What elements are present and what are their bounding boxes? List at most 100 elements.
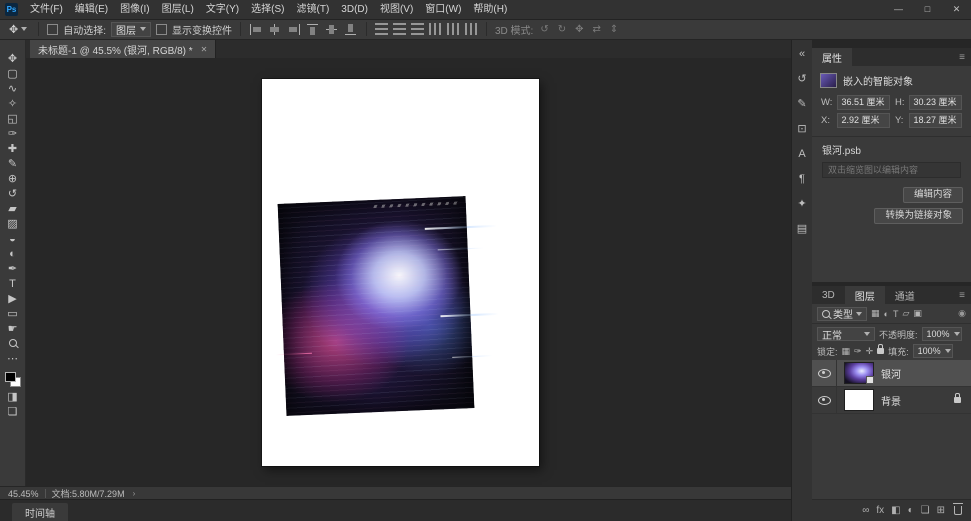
tab-layers[interactable]: 图层: [845, 286, 885, 304]
quick-mask-button[interactable]: ◨: [0, 390, 25, 405]
tab-timeline[interactable]: 时间轴: [12, 503, 68, 521]
layer-row-galaxy[interactable]: 银河: [812, 360, 971, 387]
blend-mode-dropdown[interactable]: 正常: [817, 327, 875, 341]
character-panel-icon[interactable]: A: [798, 148, 805, 161]
edit-toolbar-button[interactable]: ⋯: [0, 352, 25, 367]
menu-window[interactable]: 窗口(W): [419, 0, 467, 19]
scale-3d-icon[interactable]: ⇕: [608, 24, 620, 35]
layer-thumbnail[interactable]: [844, 362, 874, 384]
quick-selection-tool[interactable]: ✧: [0, 97, 25, 112]
pen-tool[interactable]: ✒: [0, 262, 25, 277]
move-tool[interactable]: ✥: [0, 52, 25, 67]
filter-shape-layers-icon[interactable]: ▱: [902, 308, 909, 319]
zoom-level-field[interactable]: 45.45%: [0, 489, 39, 499]
screen-mode-button[interactable]: ❏: [0, 405, 25, 420]
minimize-button[interactable]: —: [884, 0, 913, 19]
new-adjustment-layer-button[interactable]: ◐: [908, 505, 914, 516]
orbit-3d-icon[interactable]: ↺: [538, 24, 550, 35]
menu-type[interactable]: 文字(Y): [200, 0, 245, 19]
y-position-field[interactable]: 18.27 厘米: [909, 113, 962, 128]
menu-3d[interactable]: 3D(D): [335, 0, 374, 19]
clone-stamp-tool[interactable]: ⊕: [0, 172, 25, 187]
height-field[interactable]: 30.23 厘米: [909, 95, 962, 110]
path-selection-tool[interactable]: ▶: [0, 292, 25, 307]
rectangular-marquee-tool[interactable]: ▢: [0, 67, 25, 82]
spot-healing-brush-tool[interactable]: ✚: [0, 142, 25, 157]
fill-input[interactable]: 100%: [913, 344, 953, 358]
roll-3d-icon[interactable]: ↻: [556, 24, 568, 35]
new-group-button[interactable]: ❏: [921, 505, 930, 516]
align-horizontal-center-icon[interactable]: [268, 23, 282, 36]
foreground-background-swatches[interactable]: [5, 372, 21, 387]
gradient-tool[interactable]: ▨: [0, 217, 25, 232]
crop-tool[interactable]: ◱: [0, 112, 25, 127]
opacity-input[interactable]: 100%: [922, 327, 962, 341]
menu-layer[interactable]: 图层(L): [156, 0, 200, 19]
hand-tool[interactable]: ☛: [0, 322, 25, 337]
layer-visibility-toggle[interactable]: [812, 387, 837, 413]
dodge-tool[interactable]: ◐: [0, 247, 25, 262]
blur-tool[interactable]: ◒: [0, 232, 25, 247]
delete-layer-button[interactable]: [954, 506, 962, 515]
layers-panel-menu-icon[interactable]: ≡: [959, 286, 971, 304]
tab-3d[interactable]: 3D: [812, 286, 845, 304]
layer-name[interactable]: 背景: [881, 393, 901, 408]
auto-select-checkbox[interactable]: [47, 24, 58, 35]
menu-filter[interactable]: 滤镜(T): [291, 0, 336, 19]
history-panel-icon[interactable]: ↺: [797, 73, 806, 86]
layer-row-background[interactable]: 背景: [812, 387, 971, 414]
menu-edit[interactable]: 编辑(E): [69, 0, 114, 19]
galaxy-smart-object-image[interactable]: [278, 196, 475, 416]
type-tool[interactable]: T: [0, 277, 25, 292]
tab-channels[interactable]: 通道: [885, 286, 925, 304]
lock-transparent-pixels-icon[interactable]: ▦: [842, 346, 851, 357]
distribute-right-icon[interactable]: [465, 23, 478, 35]
brush-settings-panel-icon[interactable]: ✎: [797, 98, 806, 111]
tool-preset-picker[interactable]: ✥: [6, 23, 30, 36]
history-brush-tool[interactable]: ↺: [0, 187, 25, 202]
filter-smart-objects-icon[interactable]: ▣: [913, 308, 922, 319]
x-position-field[interactable]: 2.92 厘米: [837, 113, 890, 128]
menu-view[interactable]: 视图(V): [374, 0, 419, 19]
glyphs-panel-icon[interactable]: ✦: [797, 198, 806, 211]
maximize-button[interactable]: □: [913, 0, 942, 19]
distribute-bottom-icon[interactable]: [411, 23, 424, 35]
document-tab[interactable]: 未标题-1 @ 45.5% (银河, RGB/8) * ✕: [30, 40, 216, 58]
paragraph-panel-icon[interactable]: ¶: [799, 173, 805, 186]
filter-adjustment-layers-icon[interactable]: ◐: [884, 309, 889, 319]
edit-contents-button[interactable]: 编辑内容: [903, 187, 963, 203]
align-top-icon[interactable]: [306, 23, 320, 36]
add-layer-mask-button[interactable]: ◧: [891, 505, 900, 516]
pan-3d-icon[interactable]: ✥: [573, 24, 585, 35]
zoom-tool[interactable]: [0, 337, 25, 352]
lock-all-icon[interactable]: [877, 348, 884, 354]
align-left-icon[interactable]: [249, 23, 263, 36]
menu-help[interactable]: 帮助(H): [467, 0, 513, 19]
layer-visibility-toggle[interactable]: [812, 360, 837, 386]
filter-type-layers-icon[interactable]: T: [893, 309, 899, 319]
align-vertical-center-icon[interactable]: [325, 23, 339, 36]
rectangle-shape-tool[interactable]: ▭: [0, 307, 25, 322]
canvas-area[interactable]: [26, 58, 791, 486]
menu-file[interactable]: 文件(F): [24, 0, 69, 19]
align-bottom-icon[interactable]: [344, 23, 358, 36]
status-options-chevron-icon[interactable]: ›: [133, 489, 136, 498]
foreground-color-swatch[interactable]: [5, 372, 16, 382]
clone-source-panel-icon[interactable]: ⊡: [797, 123, 806, 136]
properties-panel-menu-icon[interactable]: ≡: [959, 48, 971, 66]
layer-name[interactable]: 银河: [881, 366, 901, 381]
libraries-panel-icon[interactable]: ▤: [797, 223, 807, 236]
align-right-icon[interactable]: [287, 23, 301, 36]
layer-style-button[interactable]: fx: [876, 505, 884, 516]
distribute-horizontal-center-icon[interactable]: [447, 23, 460, 35]
distribute-left-icon[interactable]: [429, 23, 442, 35]
new-layer-button[interactable]: ⊞: [937, 505, 945, 516]
filter-toggle-icon[interactable]: ◉: [958, 308, 966, 319]
layer-filter-dropdown[interactable]: 类型: [817, 307, 867, 321]
distribute-top-icon[interactable]: [375, 23, 388, 35]
eraser-tool[interactable]: ▰: [0, 202, 25, 217]
menu-select[interactable]: 选择(S): [245, 0, 290, 19]
lasso-tool[interactable]: ∿: [0, 82, 25, 97]
menu-image[interactable]: 图像(I): [114, 0, 155, 19]
slide-3d-icon[interactable]: ⇄: [591, 24, 603, 35]
